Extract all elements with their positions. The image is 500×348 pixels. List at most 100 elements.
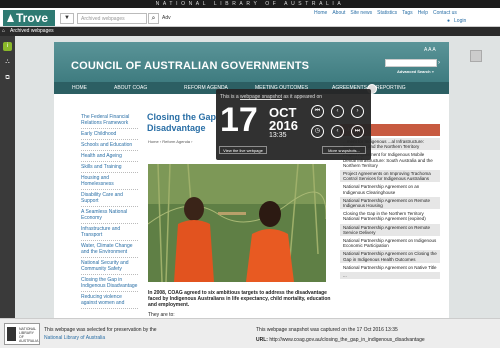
link-statistics[interactable]: Statistics: [377, 10, 397, 16]
left-nav-item[interactable]: Schools and Education: [81, 140, 138, 151]
left-nav-item[interactable]: Water, Climate Change and the Environmen…: [81, 241, 138, 258]
prev-snapshot-button[interactable]: ‹: [331, 105, 344, 118]
site-header: COUNCIL OF AUSTRALIAN GOVERNMENTS A A A …: [54, 42, 449, 82]
trove-logo-icon: [7, 14, 14, 22]
nla-banner: NATIONAL LIBRARY OF AUSTRALIA: [0, 0, 500, 8]
link-site-news[interactable]: Site news: [350, 10, 372, 16]
tools-sidebar: i ⛬ ⧉: [0, 36, 15, 318]
trove-top-links: Home About Site news Statistics Tags Help Cont…: [314, 10, 462, 16]
fullscreen-icon[interactable]: [470, 50, 482, 62]
site-title: COUNCIL OF AUSTRALIAN GOVERNMENTS: [71, 60, 310, 72]
related-item[interactable]: National Partnership Agreement on Indige…: [340, 237, 440, 251]
breadcrumb[interactable]: Home › Reform Agenda ›: [148, 139, 192, 144]
related-item[interactable]: Closing the Gap in the Northern Territor…: [340, 210, 440, 224]
link-tags[interactable]: Tags: [402, 10, 413, 16]
snapshot-year: 2016: [269, 118, 298, 133]
caption-prefix: This is a: [220, 94, 239, 100]
copy-icon[interactable]: ⧉: [3, 74, 12, 83]
archive-search-input[interactable]: Archived webpages: [77, 13, 147, 24]
link-login[interactable]: Login: [454, 18, 466, 24]
archive-footer: NATIONAL LIBRARY OF AUSTRALIA This webpa…: [0, 318, 500, 348]
nla-logo-text: NATIONAL LIBRARY OF AUSTRALIA: [19, 327, 39, 343]
feature-photo: [148, 164, 326, 282]
nav-about-coag[interactable]: ABOUT COAG: [114, 82, 147, 94]
login-icon: ●: [447, 18, 451, 24]
page-title: Closing the Gap Disadvantage: [147, 112, 216, 134]
related-item[interactable]: National Partnership Agreement on Closin…: [340, 250, 440, 264]
capture-url: URL: http://www.coag.gov.au/closing_the_…: [256, 337, 425, 343]
left-nav-item[interactable]: A Seamless National Economy: [81, 207, 138, 224]
url-value[interactable]: http://www.coag.gov.au/closing_the_gap_i…: [269, 337, 424, 343]
snapshot-panel: This is a webpage snapshot as it appeare…: [216, 89, 371, 160]
caption-suffix: as it appeared on: [283, 94, 323, 100]
url-label: URL:: [256, 337, 268, 343]
prev-snapshot-button-2[interactable]: ‹: [331, 125, 344, 138]
snapshot-time: 13:35: [269, 132, 287, 139]
related-item[interactable]: National Partnership Agreement on Native…: [340, 263, 440, 273]
snapshot-caption: This is a webpage snapshot as it appeare…: [220, 94, 322, 100]
first-snapshot-button[interactable]: ⏮: [311, 105, 324, 118]
site-search-input[interactable]: [385, 59, 437, 67]
link-help[interactable]: Help: [418, 10, 428, 16]
nav-reporting[interactable]: REPORTING: [376, 82, 406, 94]
site-search-button[interactable]: ›: [438, 59, 444, 67]
intro-text: In 2008, COAG agreed to six ambitious ta…: [148, 290, 331, 308]
link-home[interactable]: Home: [314, 10, 327, 16]
archived-webpages-label[interactable]: Archived webpages: [10, 28, 54, 34]
left-nav-item[interactable]: National Security and Community Safety: [81, 258, 138, 275]
share-icon[interactable]: ⛬: [3, 58, 12, 67]
clock-icon: ◷: [314, 128, 321, 134]
related-item[interactable]: National Partnership Agreement on an Ind…: [340, 183, 440, 197]
left-nav-item[interactable]: Housing and Homelessness: [81, 173, 138, 190]
filter-dropdown[interactable]: ▼: [60, 13, 74, 24]
archived-site: COUNCIL OF AUSTRALIAN GOVERNMENTS A A A …: [54, 42, 449, 318]
photo-two-women-icon: [148, 164, 326, 282]
home-icon[interactable]: ⌂: [2, 27, 5, 36]
nla-logo[interactable]: NATIONAL LIBRARY OF AUSTRALIA: [4, 323, 40, 345]
archived-webpages-bar: ⌂ Archived webpages: [0, 27, 500, 36]
left-nav-item[interactable]: Disability Care and Support: [81, 190, 138, 207]
chevron-right-icon: ›: [356, 108, 359, 114]
left-nav-item[interactable]: Closing the Gap in Indigenous Disadvanta…: [81, 275, 138, 292]
related-item[interactable]: National Partnership Agreement on Remote…: [340, 223, 440, 238]
search-icon: ⌕: [151, 15, 156, 22]
next-snapshot-button[interactable]: ›: [351, 105, 364, 118]
snapshot-link[interactable]: webpage snapshot: [240, 94, 282, 100]
capture-info: This webpage snapshot was captured on th…: [256, 327, 398, 333]
search-button[interactable]: ⌕: [148, 13, 159, 24]
trove-logo[interactable]: Trove: [3, 10, 55, 26]
related-item[interactable]: Project Agreements on Improving Trachoma…: [340, 170, 440, 184]
nav-home[interactable]: HOME: [72, 82, 87, 94]
page-title-line1: Closing the Gap: [147, 112, 217, 122]
related-item[interactable]: ...: [340, 272, 440, 281]
text-size-controls[interactable]: A A A: [424, 47, 436, 53]
more-snapshots-button[interactable]: More snapshots...: [322, 146, 366, 154]
link-contact[interactable]: Contact us: [433, 10, 457, 16]
site-advanced-search[interactable]: Advanced Search »: [397, 69, 434, 74]
related-item[interactable]: National Partnership Agreement on Remote…: [340, 196, 440, 211]
page-title-line2: Disadvantage: [147, 123, 206, 133]
trove-logo-text: Trove: [16, 11, 49, 25]
chevron-left-icon: ‹: [336, 108, 339, 114]
left-nav-item[interactable]: The Federal Financial Relations Framewor…: [81, 112, 138, 129]
chevron-left-icon: ‹: [336, 128, 339, 134]
advanced-search-link[interactable]: Adv: [162, 13, 171, 24]
nla-link[interactable]: National Library of Australia: [44, 335, 105, 341]
selected-for-preservation: This webpage was selected for preservati…: [44, 327, 157, 333]
funnel-icon: ▼: [64, 15, 70, 21]
history-button[interactable]: ◷: [311, 125, 324, 138]
left-nav-item[interactable]: Infrastructure and Transport: [81, 224, 138, 241]
nla-logo-mark-icon: [7, 327, 16, 341]
left-nav: The Federal Financial Relations Framewor…: [81, 112, 138, 309]
left-nav-item[interactable]: Health and Ageing: [81, 151, 138, 162]
left-nav-item[interactable]: Reducing violence against women and: [81, 292, 138, 309]
info-icon[interactable]: i: [3, 42, 12, 51]
skip-forward-icon: ⏭: [354, 128, 361, 134]
view-live-button[interactable]: View the live webpage: [219, 146, 267, 154]
skip-back-icon: ⏮: [314, 108, 321, 114]
link-about[interactable]: About: [332, 10, 345, 16]
login-area: ● Login: [443, 18, 466, 24]
last-snapshot-button[interactable]: ⏭: [351, 125, 364, 138]
left-nav-item[interactable]: Skills and Training: [81, 162, 138, 173]
left-nav-item[interactable]: Early Childhood: [81, 129, 138, 140]
